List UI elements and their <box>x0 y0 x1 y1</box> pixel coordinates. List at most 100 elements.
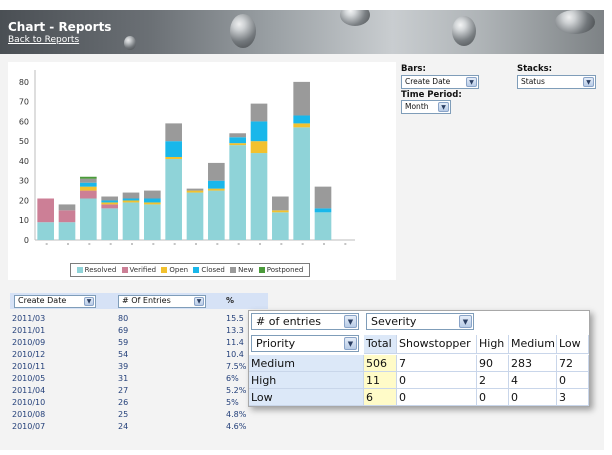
bar-segment-open <box>144 202 161 205</box>
y-tick-label: 80 <box>19 78 29 87</box>
bar-segment-resolved <box>208 190 225 240</box>
time-period-select[interactable]: Month ▼ <box>401 100 451 114</box>
time-period-label: Time Period: <box>401 90 462 100</box>
pivot-cell: 2 <box>477 372 509 389</box>
chevron-down-icon[interactable]: ▼ <box>459 315 472 328</box>
entries-cell: 80 <box>118 314 129 323</box>
bar-segment-verified <box>58 210 76 223</box>
pivot-cell: 0 <box>509 389 557 406</box>
pivot-cell: 3 <box>557 389 589 406</box>
y-tick-label: 30 <box>19 177 29 186</box>
water-drop-decoration <box>230 14 256 48</box>
resolved-swatch <box>76 267 83 273</box>
legend-label: Open <box>169 266 189 274</box>
bar-segment-verified <box>37 198 54 223</box>
bar-segment-open <box>122 200 140 203</box>
stacks-select-value: Status <box>521 77 545 86</box>
create-date-column-select[interactable]: Create Date ▼ <box>14 295 96 308</box>
bars-select-value: Create Date <box>405 77 451 86</box>
legend-item-closed: Closed <box>193 266 225 274</box>
back-to-reports-link[interactable]: Back to Reports <box>8 35 79 45</box>
percent-cell: 5.2% <box>226 386 247 395</box>
entries-cell: 39 <box>118 362 129 371</box>
bar-segment-open <box>186 190 204 193</box>
bar-segment-open <box>229 143 246 146</box>
pivot-cell: 0 <box>397 389 477 406</box>
main-panel: 0 10 20 30 40 50 60 70 80 Resolved Verified Open… <box>0 54 604 450</box>
bar-segment-new <box>208 162 225 181</box>
entries-cell: 24 <box>118 422 129 431</box>
chevron-down-icon[interactable]: ▼ <box>583 77 594 87</box>
bar-segment-new <box>58 204 76 211</box>
pivot-cell: 11 <box>364 372 397 389</box>
percent-cell: 11.4 <box>226 338 244 347</box>
stacks-select[interactable]: Status ▼ <box>517 75 596 89</box>
table-row: 2010/09 59 11.4 <box>10 338 268 349</box>
chevron-down-icon[interactable]: ▼ <box>438 102 449 112</box>
pivot-header-showstopper: Showstopper <box>397 335 477 354</box>
bar-segment-resolved <box>250 153 268 240</box>
table-row: 2010/05 31 6% <box>10 374 268 385</box>
verified-swatch <box>121 267 128 273</box>
measure-select[interactable]: # of entries ▼ <box>251 313 359 330</box>
pivot-header-total: Total <box>364 335 397 354</box>
chevron-down-icon[interactable]: ▼ <box>344 315 357 328</box>
chevron-down-icon[interactable]: ▼ <box>466 77 477 87</box>
entries-cell: 31 <box>118 374 129 383</box>
bars-select[interactable]: Create Date ▼ <box>401 75 479 89</box>
legend-label: Verified <box>129 266 157 274</box>
chevron-down-icon[interactable]: ▼ <box>194 297 204 306</box>
pivot-header-low: Low <box>557 335 589 354</box>
legend-item-new: New <box>230 266 253 274</box>
y-tick-label: 20 <box>19 196 29 205</box>
table-row: 2010/11 39 7.5% <box>10 362 268 373</box>
chevron-down-icon[interactable]: ▼ <box>84 297 94 306</box>
column-field-select[interactable]: Severity ▼ <box>366 313 474 330</box>
bar-segment-new <box>293 81 310 116</box>
bar-segment-new <box>165 123 182 142</box>
percent-cell: 10.4 <box>226 350 244 359</box>
table-row: 2010/08 25 4.8% <box>10 410 268 421</box>
stacks-label: Stacks: <box>517 64 553 74</box>
y-tick-label: 10 <box>19 216 29 225</box>
bar-segment-resolved <box>165 158 182 240</box>
bar-segment-closed <box>80 182 97 187</box>
bar-segment-resolved <box>58 222 76 240</box>
y-tick-label: 50 <box>19 137 29 146</box>
bar-segment-resolved <box>314 212 332 240</box>
pivot-cell: 4 <box>509 372 557 389</box>
percent-cell: 15.5 <box>226 314 244 323</box>
chart-area: 0 10 20 30 40 50 60 70 80 Resolved Verified Open… <box>8 62 396 280</box>
legend-item-resolved: Resolved <box>76 266 116 274</box>
y-tick-label: 0 <box>24 236 29 245</box>
pivot-row-label: Medium <box>249 355 364 372</box>
table-row: 2011/04 27 5.2% <box>10 386 268 397</box>
chevron-down-icon[interactable]: ▼ <box>344 337 357 350</box>
percent-cell: 7.5% <box>226 362 247 371</box>
percent-cell: 4.8% <box>226 410 247 419</box>
bar-segment-open <box>80 186 97 191</box>
pivot-header-medium: Medium <box>509 335 557 354</box>
table-row: 2010/12 54 10.4 <box>10 350 268 361</box>
bar-segment-new <box>186 188 204 191</box>
row-field-select[interactable]: Priority ▼ <box>251 335 359 352</box>
percent-cell: 5% <box>226 398 239 407</box>
bars-label: Bars: <box>401 64 426 74</box>
pivot-table: # of entries ▼ Severity ▼ Priority ▼ Tot… <box>248 310 590 407</box>
bar-segment-resolved <box>229 145 246 240</box>
pivot-cell: 7 <box>397 355 477 372</box>
bar-segment-resolved <box>144 204 161 240</box>
bar-segment-closed <box>293 115 310 124</box>
pivot-cell: 6 <box>364 389 397 406</box>
bar-segment-new <box>229 133 246 138</box>
pivot-header-high: High <box>477 335 509 354</box>
column-select-value: Create Date <box>18 296 67 305</box>
table-row: 2011/01 69 13.3 <box>10 326 268 337</box>
page-header: Chart - Reports Back to Reports <box>0 10 604 54</box>
pivot-cell: 90 <box>477 355 509 372</box>
bar-segment-closed <box>122 198 140 201</box>
bar-segment-resolved <box>80 198 97 240</box>
entries-column-select[interactable]: # Of Entries ▼ <box>118 295 206 308</box>
bar-segment-closed <box>165 141 182 157</box>
pivot-cell: 506 <box>364 355 397 372</box>
